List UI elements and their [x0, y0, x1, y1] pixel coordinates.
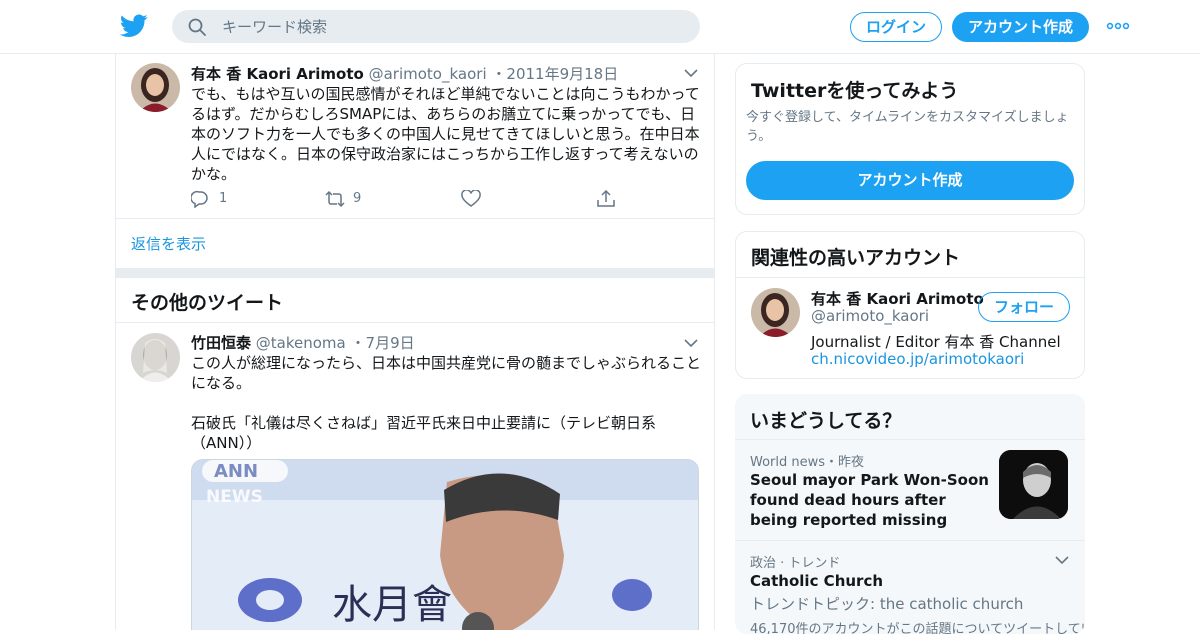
divider [736, 277, 1084, 278]
divider [116, 218, 714, 219]
card-title: いまどうしてる？ [750, 410, 902, 432]
chevron-down-icon[interactable] [684, 68, 698, 78]
top-bar: ログイン アカウント作成 [0, 0, 1200, 54]
avatar[interactable] [131, 63, 180, 112]
tweet-author-name[interactable]: 竹田恒泰 [191, 334, 251, 352]
media-ann-logo: ANN [214, 461, 258, 482]
show-replies-link[interactable]: 返信を表示 [131, 233, 206, 254]
tweet-actions: 1 9 [191, 188, 631, 210]
divider [735, 540, 1085, 541]
search-input[interactable] [222, 17, 682, 37]
tweet-timestamp[interactable]: ・2011年9月18日 [491, 65, 618, 83]
tweet-timestamp[interactable]: ・7月9日 [351, 334, 415, 352]
trend-tweet-count: 46,170件のアカウントがこの話題についてツイートしています [750, 622, 1085, 634]
reply-count: 1 [219, 191, 228, 206]
media-news-logo: NEWS [206, 487, 263, 507]
trend-meta: 政治 · トレンド [750, 556, 841, 571]
trend-title[interactable]: Seoul mayor Park Won-Soon found dead hou… [750, 470, 990, 530]
account-bio: Journalist / Editor 有本 香 Channel [811, 333, 1061, 351]
trends-card: いまどうしてる？ World news・昨夜 Seoul mayor Park … [735, 394, 1085, 634]
twitter-bird-icon[interactable] [120, 14, 148, 38]
trend-title[interactable]: Catholic Church [750, 571, 883, 591]
tweet-author-handle[interactable]: @arimoto_kaori [369, 65, 487, 83]
reply-icon [191, 190, 208, 208]
tweet-header: 竹田恒泰 @takenoma ・7月9日 [191, 332, 415, 353]
search-icon [188, 18, 206, 36]
tweet-media-image[interactable]: 水月會 ANN NEWS [191, 459, 699, 630]
more-tweets-heading: その他のツイート [131, 292, 284, 314]
account-handle[interactable]: @arimoto_kaori [811, 307, 929, 325]
account-name[interactable]: 有本 香 Kaori Arimoto [811, 288, 984, 309]
more-options-icon[interactable] [1106, 18, 1130, 34]
retweet-icon [325, 190, 345, 208]
signup-button[interactable]: アカウント作成 [746, 161, 1074, 200]
card-title: Twitterを使ってみよう [751, 80, 959, 102]
card-subtitle: 今すぐ登録して、タイムラインをカスタマイズしましょう。 [746, 110, 1069, 144]
chevron-down-icon[interactable] [684, 338, 698, 348]
trend-meta: World news・昨夜 [750, 455, 865, 470]
retweet-count: 9 [353, 191, 362, 206]
search-bar[interactable] [172, 10, 700, 43]
avatar[interactable] [131, 333, 180, 382]
tweet[interactable]: 有本 香 Kaori Arimoto @arimoto_kaori ・2011年… [116, 54, 714, 218]
signup-button[interactable]: アカウント作成 [952, 12, 1089, 42]
trend-thumbnail[interactable] [999, 450, 1068, 519]
login-button[interactable]: ログイン [850, 12, 942, 42]
tweet-author-name[interactable]: 有本 香 Kaori Arimoto [191, 65, 364, 83]
timeline-column: 有本 香 Kaori Arimoto @arimoto_kaori ・2011年… [115, 54, 715, 630]
chevron-down-icon[interactable] [1055, 555, 1069, 565]
trend-description: トレンドトピック: the catholic church [750, 595, 1024, 613]
heart-icon [461, 190, 481, 207]
card-title: 関連性の高いアカウント [751, 247, 961, 269]
media-sign-text: 水月會 [332, 582, 452, 628]
tweet-header: 有本 香 Kaori Arimoto @arimoto_kaori ・2011年… [191, 63, 618, 84]
avatar[interactable] [751, 288, 800, 337]
section-gap [116, 268, 714, 278]
related-accounts-card: 関連性の高いアカウント 有本 香 Kaori Arimoto @arimoto_… [735, 231, 1085, 379]
try-twitter-card: Twitterを使ってみよう 今すぐ登録して、タイムラインをカスタマイズしましょ… [735, 63, 1085, 215]
tweet-text: この人が総理になったら、日本は中国共産党に骨の髄までしゃぶられることになる。 石… [191, 354, 702, 452]
account-link[interactable]: ch.nicovideo.jp/arimotokaori [811, 350, 1024, 368]
share-icon [597, 190, 615, 207]
tweet-author-handle[interactable]: @takenoma [256, 334, 346, 352]
follow-button[interactable]: フォロー [978, 292, 1070, 322]
divider [735, 439, 1085, 440]
tweet-text: でも、もはや互いの国民感情がそれほど単純でないことは向こうもわかってるはず。だか… [191, 85, 700, 183]
